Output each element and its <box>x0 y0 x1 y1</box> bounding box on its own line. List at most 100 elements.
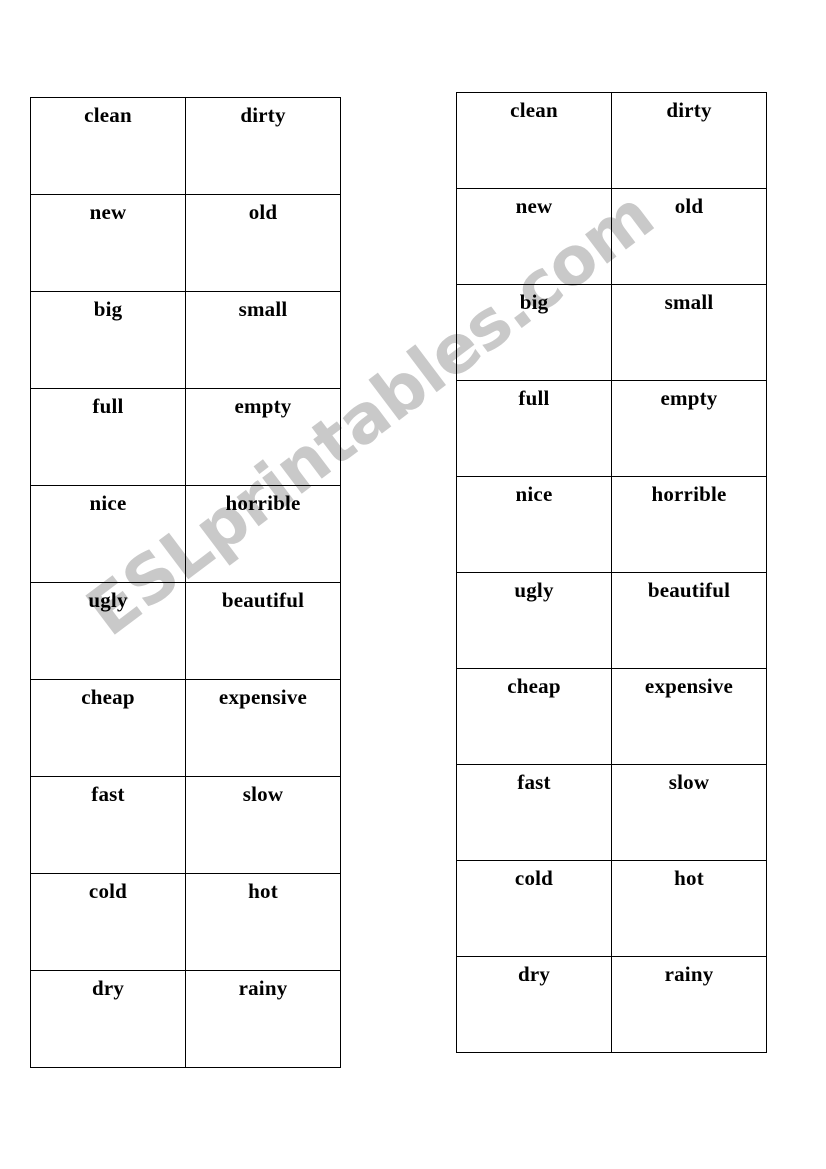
flashcard-word-label: new <box>89 200 127 224</box>
flashcard-word-label: cold <box>514 866 554 890</box>
flashcard-word-label: fast <box>517 770 551 794</box>
flashcard-opposite-label: old <box>674 194 704 218</box>
flashcard-cell-word[interactable]: fast <box>456 764 612 861</box>
flashcard-row: fast slow <box>30 776 341 874</box>
flashcard-cell-opposite[interactable]: horrible <box>185 485 341 583</box>
flashcard-opposite-label: empty <box>234 394 292 418</box>
flashcard-opposite-label: beautiful <box>221 588 305 612</box>
flashcard-sheet-right: clean dirty new old big small full empty nice hor… <box>456 92 767 1053</box>
flashcard-row: ugly beautiful <box>30 582 341 680</box>
flashcard-opposite-label: small <box>664 290 714 314</box>
flashcard-opposite-label: hot <box>674 866 704 890</box>
flashcard-row: clean dirty <box>30 97 341 195</box>
flashcard-cell-word[interactable]: cold <box>456 860 612 957</box>
flashcard-row: fast slow <box>456 764 767 861</box>
flashcard-word-label: nice <box>89 491 127 515</box>
flashcard-cell-word[interactable]: nice <box>30 485 186 583</box>
flashcard-cell-opposite[interactable]: beautiful <box>185 582 341 680</box>
flashcard-cell-opposite[interactable]: old <box>185 194 341 292</box>
flashcard-row: new old <box>456 188 767 285</box>
flashcard-cell-word[interactable]: big <box>30 291 186 389</box>
flashcard-cell-opposite[interactable]: empty <box>185 388 341 486</box>
flashcard-word-label: full <box>92 394 124 418</box>
flashcard-opposite-label: dirty <box>240 103 286 127</box>
flashcard-cell-word[interactable]: nice <box>456 476 612 573</box>
flashcard-cell-opposite[interactable]: old <box>611 188 767 285</box>
flashcard-row: cheap expensive <box>456 668 767 765</box>
flashcard-cell-word[interactable]: cheap <box>30 679 186 777</box>
flashcard-cell-word[interactable]: cheap <box>456 668 612 765</box>
flashcard-cell-opposite[interactable]: dirty <box>611 92 767 189</box>
flashcard-cell-opposite[interactable]: slow <box>611 764 767 861</box>
flashcard-cell-word[interactable]: ugly <box>30 582 186 680</box>
flashcard-word-label: full <box>518 386 550 410</box>
flashcard-word-label: ugly <box>514 578 554 602</box>
flashcard-opposite-label: expensive <box>644 674 734 698</box>
flashcard-row: big small <box>456 284 767 381</box>
flashcard-opposite-label: slow <box>242 782 284 806</box>
flashcard-rows-left: clean dirty new old big small full empty nice hor… <box>30 97 341 1068</box>
flashcard-cell-opposite[interactable]: slow <box>185 776 341 874</box>
flashcard-row: full empty <box>456 380 767 477</box>
flashcard-row: cold hot <box>30 873 341 971</box>
flashcard-cell-word[interactable]: full <box>30 388 186 486</box>
flashcard-cell-word[interactable]: clean <box>30 97 186 195</box>
flashcard-cell-word[interactable]: big <box>456 284 612 381</box>
flashcard-cell-opposite[interactable]: empty <box>611 380 767 477</box>
flashcard-cell-opposite[interactable]: rainy <box>611 956 767 1053</box>
flashcard-word-label: ugly <box>88 588 128 612</box>
flashcard-cell-opposite[interactable]: hot <box>611 860 767 957</box>
flashcard-cell-opposite[interactable]: small <box>185 291 341 389</box>
flashcard-word-label: clean <box>84 103 132 127</box>
flashcard-opposite-label: dirty <box>666 98 712 122</box>
flashcard-rows-right: clean dirty new old big small full empty nice hor… <box>456 92 767 1053</box>
flashcard-cell-opposite[interactable]: dirty <box>185 97 341 195</box>
flashcard-word-label: new <box>515 194 553 218</box>
flashcard-cell-opposite[interactable]: expensive <box>611 668 767 765</box>
flashcard-row: cold hot <box>456 860 767 957</box>
flashcard-word-label: big <box>519 290 549 314</box>
flashcard-word-label: dry <box>517 962 551 986</box>
flashcard-word-label: clean <box>510 98 558 122</box>
flashcard-row: clean dirty <box>456 92 767 189</box>
flashcard-row: full empty <box>30 388 341 486</box>
flashcard-cell-word[interactable]: dry <box>30 970 186 1068</box>
flashcard-opposite-label: horrible <box>651 482 727 506</box>
flashcard-opposite-label: beautiful <box>647 578 731 602</box>
flashcard-cell-opposite[interactable]: small <box>611 284 767 381</box>
flashcard-row: dry rainy <box>456 956 767 1053</box>
flashcard-opposite-label: rainy <box>664 962 714 986</box>
flashcard-cell-opposite[interactable]: beautiful <box>611 572 767 669</box>
flashcard-opposite-label: old <box>248 200 278 224</box>
flashcard-word-label: nice <box>515 482 553 506</box>
flashcard-cell-word[interactable]: clean <box>456 92 612 189</box>
flashcard-cell-word[interactable]: full <box>456 380 612 477</box>
flashcard-opposite-label: slow <box>668 770 710 794</box>
flashcard-row: nice horrible <box>30 485 341 583</box>
worksheet-page: ESLprintables.com clean dirty new old big sma… <box>0 0 826 1169</box>
flashcard-word-label: fast <box>91 782 125 806</box>
flashcard-cell-opposite[interactable]: rainy <box>185 970 341 1068</box>
flashcard-opposite-label: small <box>238 297 288 321</box>
flashcard-cell-word[interactable]: new <box>456 188 612 285</box>
flashcard-cell-word[interactable]: new <box>30 194 186 292</box>
flashcard-opposite-label: rainy <box>238 976 288 1000</box>
flashcard-row: dry rainy <box>30 970 341 1068</box>
flashcard-word-label: cheap <box>507 674 561 698</box>
flashcard-row: cheap expensive <box>30 679 341 777</box>
flashcard-opposite-label: hot <box>248 879 278 903</box>
flashcard-word-label: dry <box>91 976 125 1000</box>
flashcard-cell-word[interactable]: dry <box>456 956 612 1053</box>
flashcard-cell-opposite[interactable]: expensive <box>185 679 341 777</box>
flashcard-cell-opposite[interactable]: horrible <box>611 476 767 573</box>
flashcard-row: big small <box>30 291 341 389</box>
flashcard-opposite-label: empty <box>660 386 718 410</box>
flashcard-cell-word[interactable]: cold <box>30 873 186 971</box>
flashcard-row: nice horrible <box>456 476 767 573</box>
flashcard-opposite-label: expensive <box>218 685 308 709</box>
flashcard-cell-word[interactable]: ugly <box>456 572 612 669</box>
flashcard-row: new old <box>30 194 341 292</box>
flashcard-sheet-left: clean dirty new old big small full empty nice hor… <box>30 97 341 1068</box>
flashcard-cell-word[interactable]: fast <box>30 776 186 874</box>
flashcard-cell-opposite[interactable]: hot <box>185 873 341 971</box>
